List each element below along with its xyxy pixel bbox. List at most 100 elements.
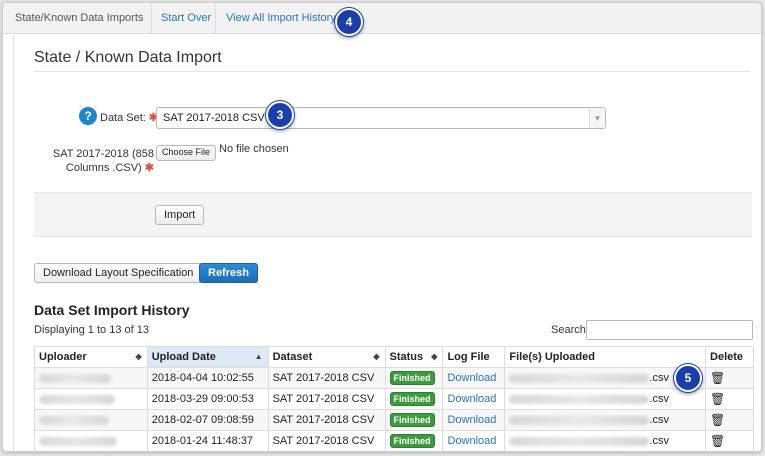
- dataset-cell: SAT 2017-2018 CSV: [267, 388, 386, 410]
- column-header-files-uploaded: File(s) Uploaded: [504, 346, 707, 368]
- question-circle-icon[interactable]: ?: [79, 107, 97, 125]
- delete-cell: 🗑: [705, 388, 754, 410]
- status-badge: Finished: [389, 413, 435, 427]
- column-header-label: Log File: [447, 351, 490, 363]
- no-file-chosen-text: No file chosen: [219, 143, 289, 155]
- log-download-link[interactable]: Download: [447, 414, 496, 426]
- column-header-label: File(s) Uploaded: [509, 351, 595, 363]
- delete-cell: 🗑: [705, 367, 754, 389]
- log-file-cell: Download: [442, 388, 506, 410]
- top-navbar: State/Known Data Imports Start Over View…: [3, 3, 761, 34]
- app-window: State/Known Data Imports Start Over View…: [2, 2, 762, 452]
- file-label-line-2: Columns .CSV): [65, 162, 142, 174]
- choose-file-button[interactable]: Choose File: [156, 145, 217, 161]
- file-extension: .csv: [649, 435, 669, 447]
- file-extension: .csv: [649, 393, 669, 405]
- file-uploaded-cell: .csv: [504, 409, 707, 431]
- trash-icon[interactable]: 🗑: [710, 371, 725, 385]
- column-header-label: Dataset: [272, 351, 313, 363]
- file-label-line-1: SAT 2017-2018 (858: [52, 148, 154, 160]
- upload-date-cell: 2018-01-24 11:48:37: [146, 430, 269, 451]
- trash-icon[interactable]: 🗑: [710, 413, 725, 427]
- upload-date-cell: 2018-02-07 09:08:59: [146, 409, 269, 431]
- log-download-link[interactable]: Download: [447, 372, 496, 384]
- log-file-cell: Download: [442, 430, 506, 451]
- import-history-table: Uploader ◆ Upload Date ▲ Dataset ◆ Status ◆ …: [34, 346, 754, 451]
- column-header-label: Upload Date: [151, 351, 216, 363]
- table-header-row: Uploader ◆ Upload Date ▲ Dataset ◆ Status ◆ …: [34, 346, 754, 368]
- status-badge: Finished: [389, 392, 435, 406]
- file-uploaded-cell: .csv: [504, 388, 707, 410]
- search-label: Search: [551, 324, 586, 336]
- status-cell: Finished: [384, 430, 444, 451]
- refresh-button[interactable]: Refresh: [199, 263, 258, 283]
- upload-date-cell: 2018-04-04 10:02:55: [146, 367, 269, 389]
- download-layout-button[interactable]: Download Layout Specification: [34, 263, 203, 283]
- log-file-cell: Download: [442, 367, 506, 389]
- history-title: Data Set Import History: [34, 302, 190, 318]
- displaying-count: Displaying 1 to 13 of 13: [34, 324, 149, 336]
- nav-brand[interactable]: State/Known Data Imports: [15, 12, 143, 24]
- log-file-cell: Download: [442, 409, 506, 431]
- nav-divider: [151, 3, 152, 34]
- column-header-dataset[interactable]: Dataset ◆: [267, 346, 386, 368]
- status-badge: Finished: [389, 371, 435, 385]
- status-cell: Finished: [384, 409, 444, 431]
- delete-cell: 🗑: [705, 409, 754, 431]
- dataset-label: Data Set: ✱: [100, 111, 158, 124]
- chevron-down-icon[interactable]: ▼: [589, 108, 605, 128]
- file-extension: .csv: [649, 372, 669, 384]
- file-uploaded-cell: .csv: [504, 430, 707, 451]
- column-header-uploader[interactable]: Uploader ◆: [34, 346, 148, 368]
- page-title: State / Known Data Import: [34, 49, 222, 66]
- column-header-status[interactable]: Status ◆: [384, 346, 444, 368]
- asterisk-icon: ✱: [144, 162, 154, 174]
- log-download-link[interactable]: Download: [447, 393, 496, 405]
- dataset-cell: SAT 2017-2018 CSV: [267, 367, 386, 389]
- trash-icon[interactable]: 🗑: [710, 434, 725, 448]
- status-cell: Finished: [384, 367, 444, 389]
- column-header-upload-date[interactable]: Upload Date ▲: [146, 346, 269, 368]
- nav-start-over-link[interactable]: Start Over: [161, 12, 211, 24]
- sort-ascending-icon[interactable]: ▲: [255, 352, 263, 361]
- dataset-cell: SAT 2017-2018 CSV: [267, 409, 386, 431]
- dataset-select[interactable]: SAT 2017-2018 CSV ▼: [156, 107, 606, 129]
- dataset-label-text: Data Set:: [100, 112, 146, 124]
- file-extension: .csv: [649, 414, 669, 426]
- sort-icon[interactable]: ◆: [373, 352, 379, 361]
- nav-divider: [215, 3, 216, 34]
- trash-icon[interactable]: 🗑: [710, 392, 725, 406]
- step-badge-3: 3: [266, 101, 294, 129]
- column-header-delete: Delete: [705, 346, 754, 368]
- table-row: 2018-01-24 11:48:37 SAT 2017-2018 CSV Fi…: [34, 430, 754, 451]
- nav-view-all-history-link[interactable]: View All Import History: [226, 12, 336, 24]
- delete-cell: 🗑: [705, 430, 754, 451]
- main-content: State / Known Data Import ? Data Set: ✱ …: [13, 35, 754, 451]
- search-input[interactable]: [586, 320, 753, 340]
- uploader-cell-redacted: [34, 367, 148, 389]
- step-badge-5: 5: [674, 364, 702, 392]
- column-header-label: Status: [389, 351, 424, 363]
- dataset-cell: SAT 2017-2018 CSV: [267, 430, 386, 451]
- column-header-label: Uploader: [39, 351, 87, 363]
- title-divider: [34, 71, 750, 72]
- uploader-cell-redacted: [34, 430, 148, 451]
- column-header-log-file: Log File: [442, 346, 506, 368]
- table-row: 2018-04-04 10:02:55 SAT 2017-2018 CSV Fi…: [34, 367, 754, 389]
- upload-date-cell: 2018-03-29 09:00:53: [146, 388, 269, 410]
- table-row: 2018-03-29 09:00:53 SAT 2017-2018 CSV Fi…: [34, 388, 754, 410]
- status-badge: Finished: [389, 434, 435, 448]
- sort-icon[interactable]: ◆: [431, 352, 437, 361]
- status-cell: Finished: [384, 388, 444, 410]
- uploader-cell-redacted: [34, 409, 148, 431]
- file-label: SAT 2017-2018 (858 Columns .CSV) ✱: [34, 147, 154, 175]
- import-well: Import: [34, 192, 752, 237]
- sort-icon[interactable]: ◆: [136, 352, 142, 361]
- uploader-cell-redacted: [34, 388, 148, 410]
- column-header-label: Delete: [710, 351, 744, 363]
- dataset-select-value: SAT 2017-2018 CSV: [163, 112, 265, 124]
- import-button[interactable]: Import: [155, 205, 205, 225]
- log-download-link[interactable]: Download: [447, 435, 496, 447]
- step-badge-4: 4: [335, 8, 363, 36]
- table-row: 2018-02-07 09:08:59 SAT 2017-2018 CSV Fi…: [34, 409, 754, 431]
